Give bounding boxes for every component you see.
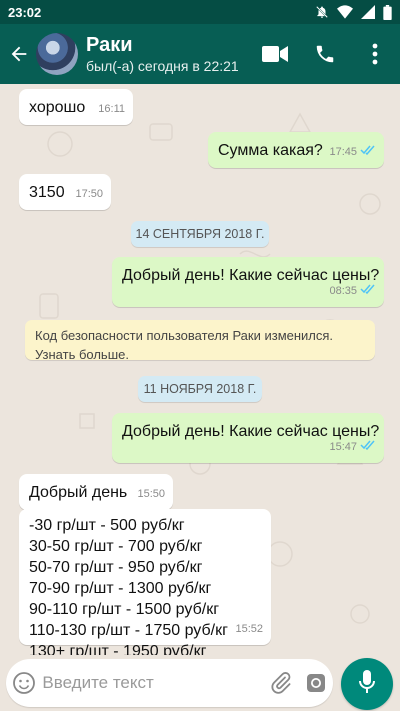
price-list-line: 50-70 гр/шт - 950 руб/кг [29,559,203,576]
message-time: 17:50 [75,188,103,200]
message-bubble-outgoing[interactable]: Сумма какая? 17:45 [208,132,384,168]
message-time: 15:50 [137,488,165,500]
message-input-box [6,659,333,707]
message-input[interactable] [42,673,264,693]
signal-icon [361,5,375,19]
header-actions [250,24,400,84]
status-bar: 23:02 [0,0,400,24]
date-separator: 11 НОЯБРЯ 2018 Г. [138,376,262,402]
voice-call-icon[interactable] [300,24,350,84]
price-list-line: 30-50 гр/шт - 700 руб/кг [29,538,203,555]
message-text: Добрый день [29,484,128,501]
avatar[interactable] [36,33,78,75]
composer [0,655,400,711]
status-icons [315,4,392,20]
voice-message-button[interactable] [341,658,393,710]
message-bubble-incoming[interactable]: хорошо 16:11 [19,89,133,125]
price-list: -30 гр/шт - 500 руб/кг 30-50 гр/шт - 700… [29,515,228,655]
video-call-icon[interactable] [250,24,300,84]
chat-header: Раки был(-а) сегодня в 22:21 [0,24,400,84]
message-bubble-incoming[interactable]: -30 гр/шт - 500 руб/кг 30-50 гр/шт - 700… [19,509,271,655]
message-bubble-incoming[interactable]: 3150 17:50 [19,174,111,210]
emoji-icon[interactable] [6,659,42,707]
message-time: 15:52 [235,623,263,635]
microphone-icon [358,669,376,700]
double-check-read-icon [360,142,376,163]
camera-icon[interactable] [298,659,333,707]
message-bubble-outgoing[interactable]: Добрый день! Какие сейчас цены? 08:35 [112,257,384,307]
message-time: 17:45 [329,146,357,158]
price-list-line: 110-130 гр/шт - 1750 руб/кг [29,622,228,639]
message-bubble-outgoing[interactable]: Добрый день! Какие сейчас цены? 15:47 [112,413,384,463]
price-list-line: -30 гр/шт - 500 руб/кг [29,517,185,534]
last-seen-status: был(-а) сегодня в 22:21 [86,58,239,74]
message-text: хорошо [29,99,86,116]
message-time: 08:35 [329,285,357,297]
more-options-icon[interactable] [350,24,400,84]
message-time: 16:11 [98,103,125,115]
security-code-changed-notice[interactable]: Код безопасности пользователя Раки измен… [25,320,375,362]
wifi-icon [337,5,353,19]
price-list-line: 70-90 гр/шт - 1300 руб/кг [29,580,212,597]
message-text: 3150 [29,184,65,201]
back-arrow-icon[interactable] [2,24,36,84]
contact-name: Раки [86,34,133,56]
message-text: Сумма какая? [218,142,323,159]
attach-icon[interactable] [263,659,298,707]
price-list-line: 90-110 гр/шт - 1500 руб/кг [29,601,220,618]
double-check-read-icon [360,281,376,302]
date-separator: 14 СЕНТЯБРЯ 2018 Г. [131,221,269,247]
status-time: 23:02 [8,4,42,20]
contact-info[interactable]: Раки был(-а) сегодня в 22:21 [86,33,250,75]
chat-area[interactable]: хорошо 16:11 Сумма какая? 17:45 3150 17:… [0,84,400,655]
mute-notifications-icon [315,5,329,19]
message-bubble-incoming[interactable]: Добрый день 15:50 [19,474,173,510]
price-list-line: 130+ гр/шт - 1950 руб/кг [29,643,207,655]
message-time: 15:47 [329,441,357,453]
double-check-read-icon [360,437,376,458]
battery-icon [383,4,392,20]
